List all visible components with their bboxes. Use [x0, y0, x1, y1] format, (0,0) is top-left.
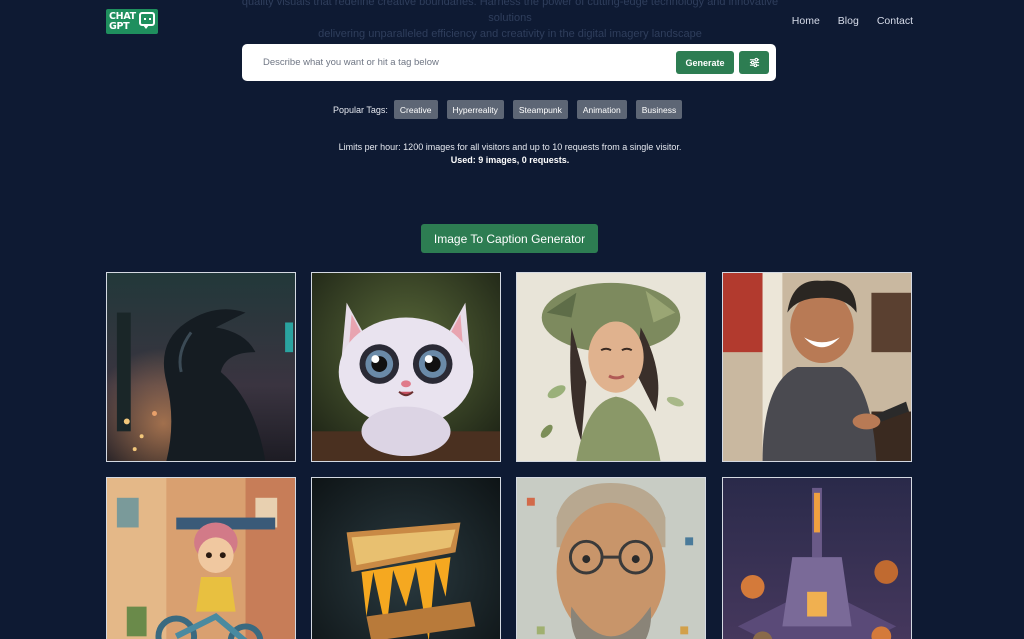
gallery-image[interactable] [722, 272, 912, 462]
intro-line-2: delivering unparalleled efficiency and c… [318, 28, 702, 40]
page: quality visuals that redefine creative b… [0, 0, 1024, 639]
gallery-image[interactable] [311, 272, 501, 462]
limits-text: Limits per hour: 1200 images for all vis… [338, 142, 682, 152]
tag-hyperreality[interactable]: Hyperreality [446, 100, 504, 119]
tag-creative[interactable]: Creative [393, 100, 438, 119]
gallery-image[interactable] [311, 477, 501, 639]
usage-count: Used: 9 images, 0 requests. [450, 155, 570, 165]
prompt-input[interactable] [261, 56, 661, 69]
woman-leaves-image [517, 273, 705, 461]
gallery-image[interactable] [106, 272, 296, 462]
search-bar: Generate [242, 44, 776, 81]
nav-home[interactable]: Home [792, 15, 820, 27]
image-to-caption-button[interactable]: Image To Caption Generator [421, 224, 598, 253]
nav-blog[interactable]: Blog [838, 15, 859, 27]
gallery-image[interactable] [516, 477, 706, 639]
generate-button[interactable]: Generate [676, 51, 734, 74]
logo-text: CHAT GPT [109, 10, 136, 32]
chat-bubble-icon [139, 12, 155, 29]
gallery-image[interactable] [722, 477, 912, 639]
popular-tags: Popular Tags: Creative Hyperreality Stea… [333, 100, 691, 119]
sliders-icon [749, 57, 759, 68]
intro-line-1: quality visuals that redefine creative b… [241, 0, 779, 24]
nav-contact[interactable]: Contact [877, 15, 913, 27]
intro-text: quality visuals that redefine creative b… [240, 0, 780, 42]
usage-limits: Limits per hour: 1200 images for all vis… [312, 141, 708, 167]
girl-tricycle-image [107, 478, 295, 639]
tag-business[interactable]: Business [635, 100, 683, 119]
isometric-tower-image [723, 478, 911, 639]
kitten-image [312, 273, 500, 461]
gallery-image[interactable] [516, 272, 706, 462]
site-logo[interactable]: CHAT GPT [106, 9, 158, 34]
logo-line-2: GPT [109, 20, 130, 32]
alien-creature-image [107, 273, 295, 461]
settings-button[interactable] [739, 51, 769, 74]
tags-label: Popular Tags: [333, 104, 388, 115]
mosaic-portrait-image [517, 478, 705, 639]
grilled-cheese-image [312, 478, 500, 639]
laughing-man-image [723, 273, 911, 461]
logo-line-1: CHAT [109, 10, 136, 22]
main-nav: Home Blog Contact [792, 15, 913, 27]
tag-steampunk[interactable]: Steampunk [512, 100, 568, 119]
tag-animation[interactable]: Animation [576, 100, 627, 119]
gallery-image[interactable] [106, 477, 296, 639]
